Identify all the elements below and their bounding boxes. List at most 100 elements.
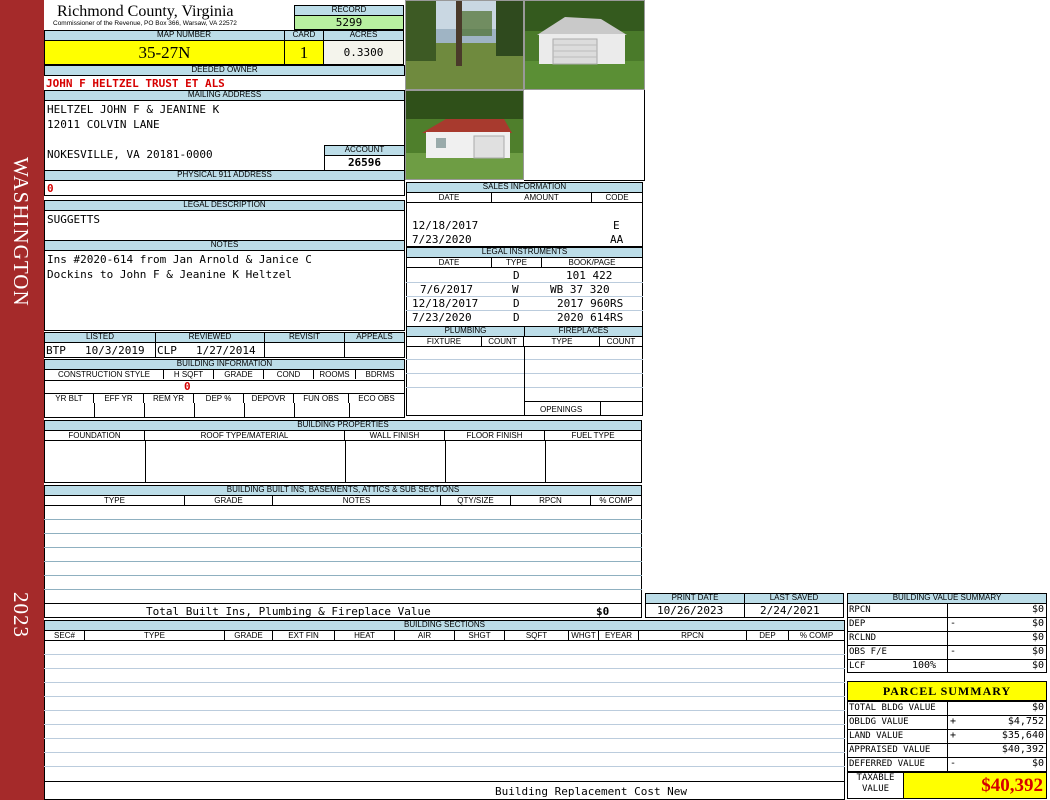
vs-lcf-label: LCF: [849, 661, 866, 671]
col-cond: COND: [264, 370, 314, 379]
replacement-cost-label: Building Replacement Cost New: [495, 785, 688, 798]
plumbing-col-count: COUNT: [482, 337, 524, 346]
bs-col-sec: SEC#: [45, 631, 85, 640]
parcel-summary-label: PARCEL SUMMARY: [847, 681, 1047, 701]
property-photo-garage-side: [405, 90, 524, 180]
li-row-type: D: [513, 269, 520, 282]
li-row-book: 2017 960RS: [557, 297, 624, 310]
deeded-owner-label: DEEDED OWNER: [44, 65, 405, 76]
bs-col-comp: % COMP: [799, 631, 834, 640]
li-row-book: WB 37 320: [550, 283, 610, 296]
fireplace-col-type: TYPE: [525, 337, 600, 346]
ps-obldg-value: $4,752: [1007, 716, 1044, 727]
bi-col-notes: NOTES: [273, 496, 441, 505]
deeded-owner: JOHN F HELTZEL TRUST ET ALS: [46, 77, 225, 90]
ps-deferred-label: DEFERRED VALUE: [849, 759, 925, 769]
li-row-type: D: [513, 311, 520, 324]
li-row-date: 7/6/2017: [420, 283, 473, 296]
sales-col-amount: AMOUNT: [492, 193, 592, 202]
bp-col-wall: WALL FINISH: [345, 431, 445, 440]
bi-col-qty: QTY/SIZE: [441, 496, 511, 505]
ps-appraised-value: $40,392: [1001, 744, 1044, 755]
col-bdrms: BDRMS: [365, 370, 395, 379]
vs-rpcn-value: $0: [1031, 604, 1044, 615]
taxable-label-2: VALUE: [861, 784, 890, 794]
notes-line-2: Dockins to John F & Jeanine K Heltzel: [47, 268, 293, 281]
bs-col-rpcn: RPCN: [639, 631, 747, 640]
col-grade: GRADE: [214, 370, 264, 379]
col-fun-obs: FUN OBS: [294, 394, 349, 403]
bs-col-eyear: EYEAR: [599, 631, 639, 640]
taxable-value: $40,392: [903, 772, 1047, 799]
ps-land-label: LAND VALUE: [849, 731, 904, 741]
account-number: 26596: [324, 155, 405, 171]
li-row-book: 101 422: [566, 269, 613, 282]
last-saved-date: 2/24/2021: [760, 604, 820, 617]
reviewed-date: 1/27/2014: [196, 344, 256, 357]
li-row-type: D: [513, 297, 520, 310]
vs-dep-label: DEP: [849, 619, 866, 629]
li-row-type: W: [512, 283, 519, 296]
bs-col-type: TYPE: [85, 631, 225, 640]
vs-obs-label: OBS F/E: [849, 647, 887, 657]
li-row-date: 7/23/2020: [412, 311, 472, 324]
physical-address: 0: [47, 182, 54, 195]
bp-col-fuel: FUEL TYPE: [571, 431, 615, 440]
bi-col-comp: % COMP: [599, 496, 633, 505]
ps-land-value: $35,640: [1001, 730, 1044, 741]
ps-deferred-value: $0: [1031, 758, 1044, 769]
col-hsqft: H SQFT: [164, 370, 214, 379]
building-sections-table: [44, 630, 845, 800]
sidebar-year: 2023: [9, 592, 33, 638]
built-ins-total-label: Total Built Ins, Plumbing & Fireplace Va…: [146, 605, 431, 618]
ps-appraised-label: APPRAISED VALUE: [849, 745, 931, 755]
bs-col-whgt: WHGT: [569, 631, 599, 640]
built-ins-total-value: $0: [596, 605, 610, 618]
map-number: 35-27N: [44, 40, 285, 65]
sidebar-band: WASHINGTON 2023: [0, 0, 44, 800]
listed-by: BTP: [46, 344, 66, 357]
taxable-label-1: TAXABLE: [856, 773, 895, 783]
vs-rpcn-label: RPCN: [849, 605, 871, 615]
bi-col-rpcn: RPCN: [511, 496, 591, 505]
bs-col-grade: GRADE: [225, 631, 273, 640]
li-col-bookpage: BOOK/PAGE: [568, 258, 616, 267]
sales-row-date: 12/18/2017: [412, 219, 479, 232]
bi-col-type: TYPE: [45, 496, 185, 505]
sales-col-code: CODE: [605, 193, 629, 202]
bs-col-shgt: SHGT: [455, 631, 505, 640]
sales-row-date: 7/23/2020: [412, 233, 472, 246]
physical-address-box: [44, 180, 405, 196]
property-photo-waterfront: [405, 0, 524, 90]
col-depovr: DEPOVR: [244, 394, 294, 403]
legal-description: SUGGETTS: [47, 213, 100, 226]
photo-placeholder: [524, 90, 645, 181]
bp-col-foundation: FOUNDATION: [45, 431, 145, 440]
ps-total-bldg-value: $0: [1031, 702, 1044, 713]
mailing-line-1: HELTZEL JOHN F & JEANINE K: [47, 103, 220, 116]
plumbing-col-fixture: FIXTURE: [407, 337, 482, 346]
listed-date: 10/3/2019: [85, 344, 145, 357]
property-photo-garage-front: [524, 0, 645, 90]
bp-col-floor: FLOOR FINISH: [445, 431, 545, 440]
county-title: Richmond County, Virginia: [57, 3, 234, 20]
sales-row-code: E: [613, 219, 620, 232]
fireplace-col-count: COUNT: [606, 337, 636, 346]
vs-lcf-pct: 100%: [912, 660, 937, 671]
vs-lcf-value: $0: [1031, 660, 1044, 671]
col-rooms: ROOMS: [314, 370, 356, 379]
col-dep-pct: DEP %: [194, 394, 244, 403]
vs-rclnd-label: RCLND: [849, 633, 877, 643]
vs-obs-value: $0: [1031, 646, 1044, 657]
hsqft-value: 0: [184, 380, 191, 393]
mailing-line-2: 12011 COLVIN LANE: [47, 118, 160, 131]
bs-col-air: AIR: [395, 631, 455, 640]
notes-line-1: Ins #2020-614 from Jan Arnold & Janice C: [47, 253, 312, 266]
card-number: 1: [284, 40, 324, 65]
ps-obldg-label: OBLDG VALUE: [849, 717, 909, 727]
li-col-date: DATE: [407, 258, 492, 267]
sales-col-date: DATE: [407, 193, 492, 202]
col-eco-obs: ECO OBS: [358, 394, 395, 403]
li-row-book: 2020 614RS: [557, 311, 624, 324]
reviewed-by: CLP: [157, 344, 177, 357]
